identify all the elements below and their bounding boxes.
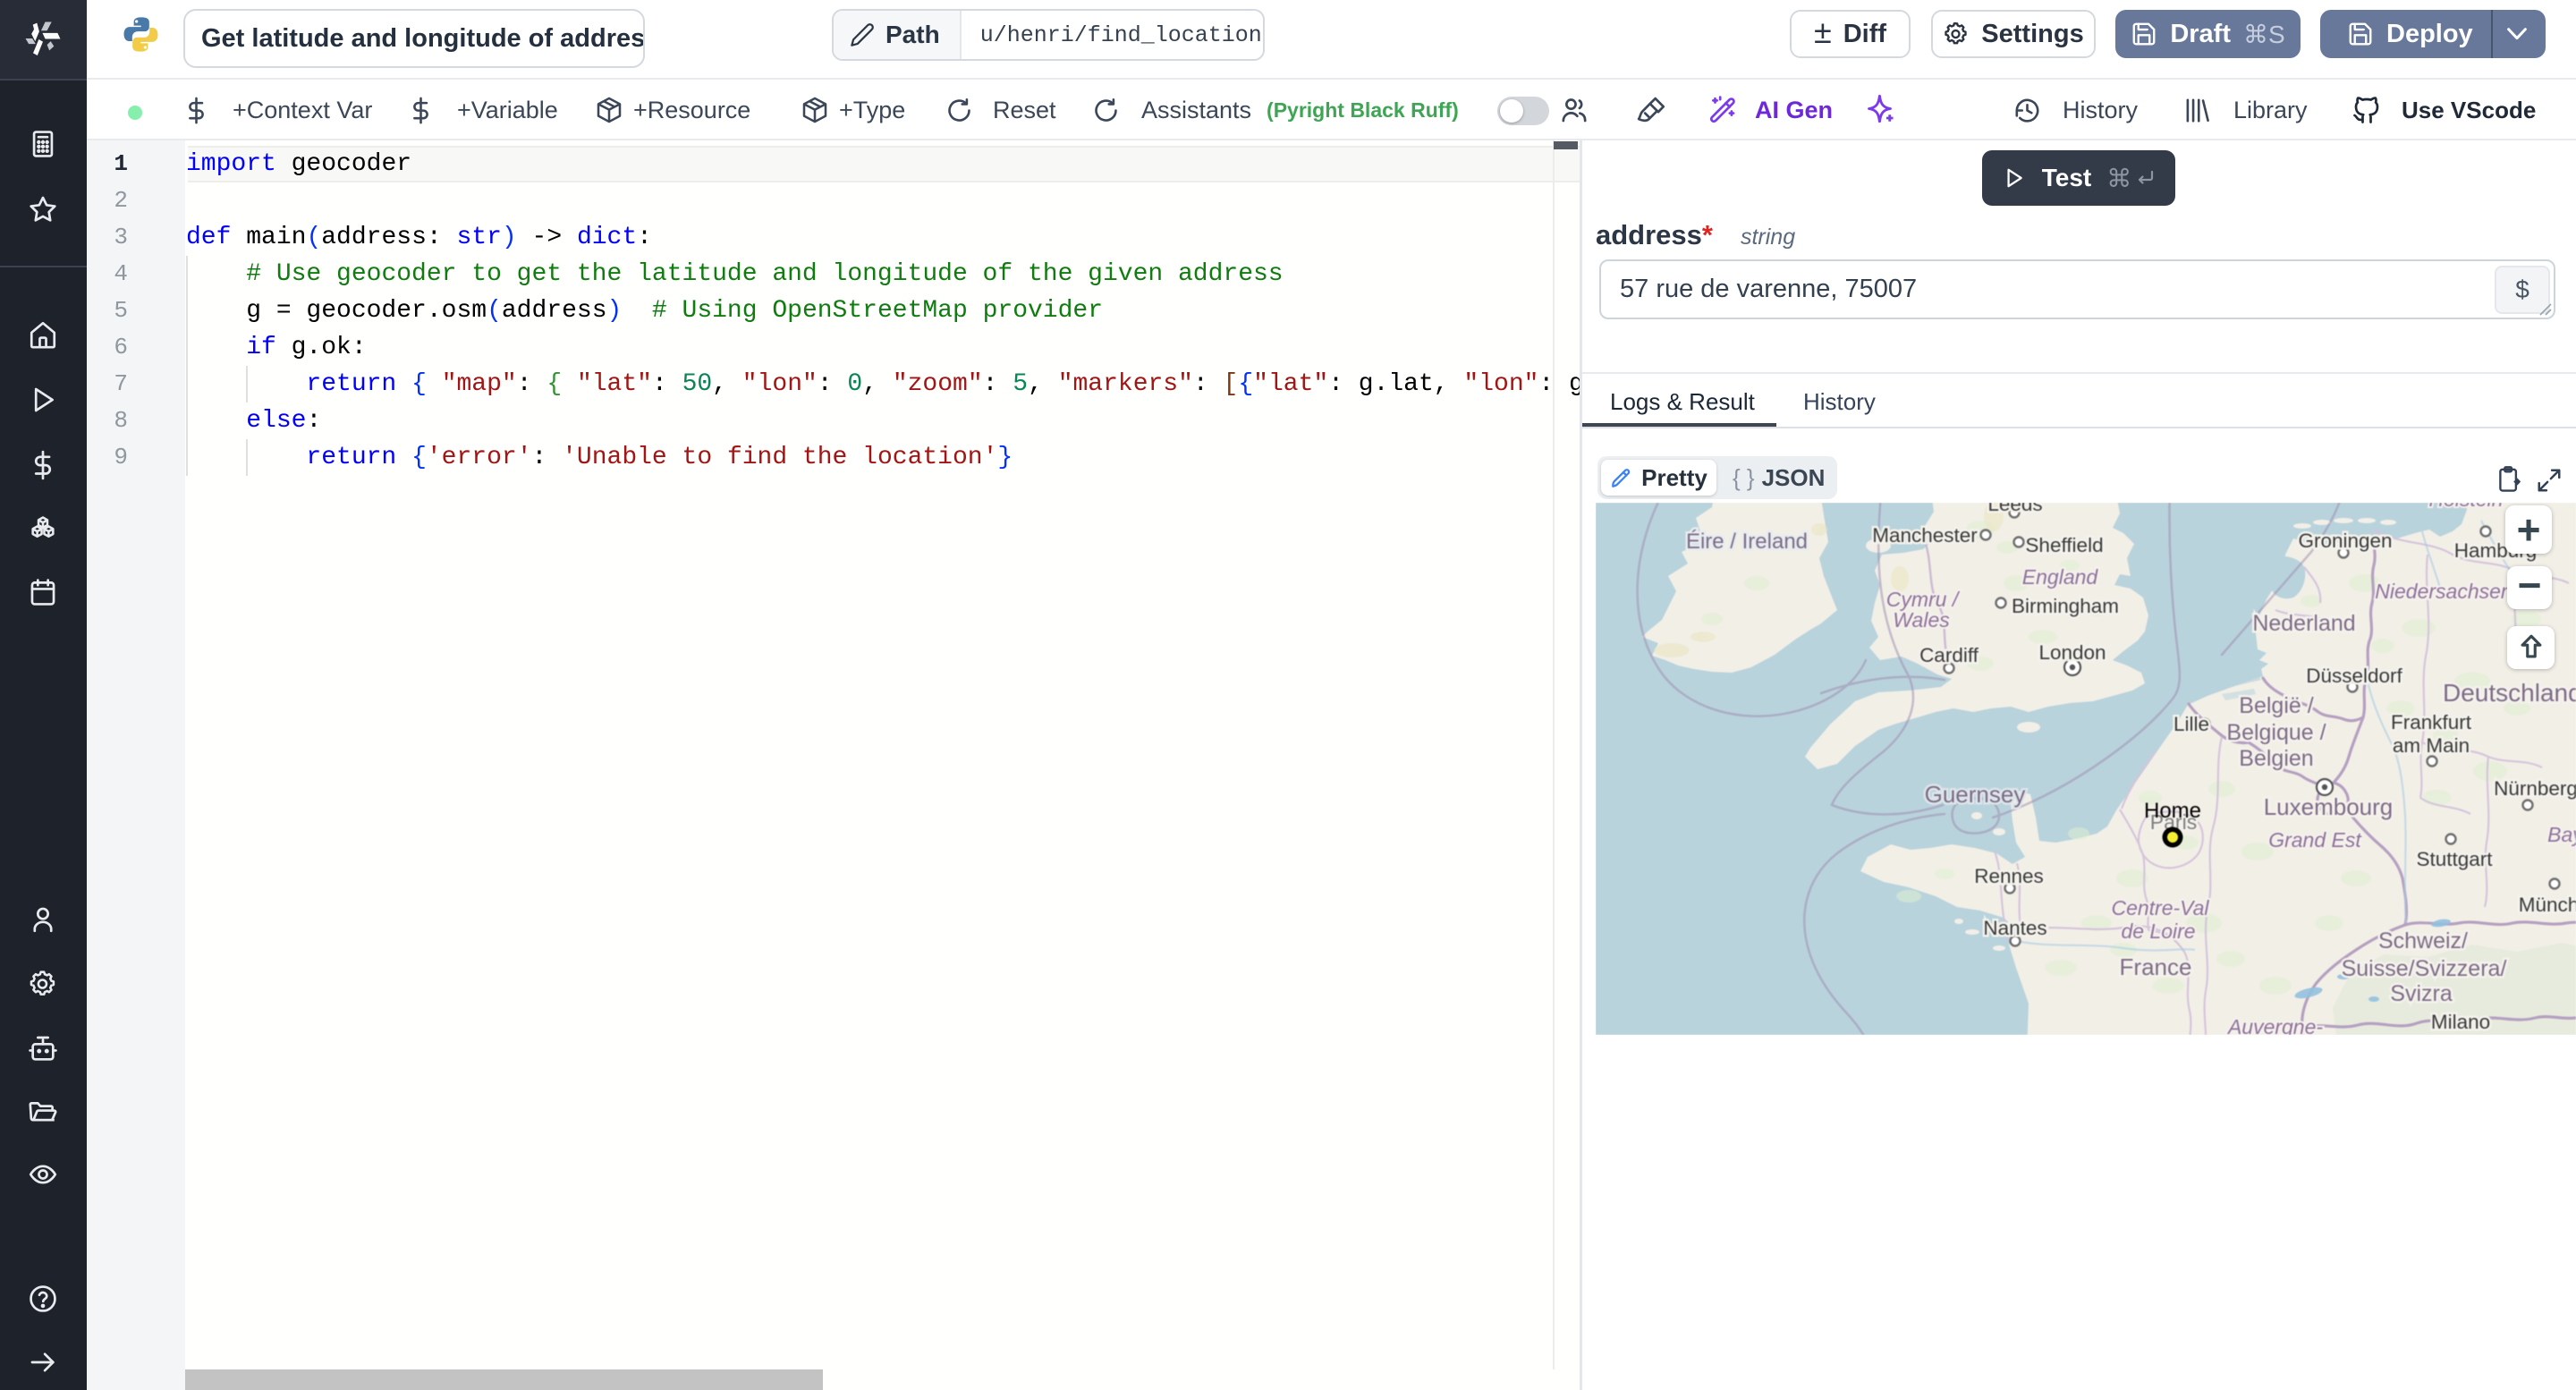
svg-text:Bay: Bay bbox=[2547, 823, 2576, 846]
svg-text:Deutschland: Deutschland bbox=[2443, 679, 2576, 707]
svg-text:België /: België / bbox=[2239, 693, 2313, 718]
svg-text:Éire / Ireland: Éire / Ireland bbox=[1686, 530, 1808, 554]
svg-text:Svizra: Svizra bbox=[2390, 981, 2453, 1006]
svg-text:London: London bbox=[2038, 641, 2106, 664]
svg-text:Niedersachsen: Niedersachsen bbox=[2375, 580, 2512, 603]
svg-text:Auvergne-: Auvergne- bbox=[2226, 1015, 2323, 1035]
svg-text:France: France bbox=[2120, 954, 2192, 980]
svg-text:Lille: Lille bbox=[2174, 713, 2209, 735]
svg-text:Suisse/Svizzera/: Suisse/Svizzera/ bbox=[2342, 956, 2507, 981]
svg-text:Nürnberg: Nürnberg bbox=[2494, 777, 2576, 800]
svg-text:Home: Home bbox=[2144, 799, 2201, 823]
svg-text:Leeds: Leeds bbox=[1987, 503, 2042, 515]
svg-text:Düsseldorf: Düsseldorf bbox=[2306, 665, 2402, 687]
svg-text:Frankfurt: Frankfurt bbox=[2391, 711, 2472, 733]
svg-text:Wales: Wales bbox=[1893, 608, 1950, 631]
svg-text:de Loire: de Loire bbox=[2121, 920, 2195, 943]
svg-text:Centre-Val: Centre-Val bbox=[2111, 896, 2209, 920]
svg-text:Guernsey: Guernsey bbox=[1925, 781, 2026, 808]
svg-text:Birmingham: Birmingham bbox=[2012, 595, 2119, 617]
svg-text:Belgien: Belgien bbox=[2239, 746, 2313, 771]
svg-text:Cardiff: Cardiff bbox=[1919, 644, 1979, 666]
svg-text:England: England bbox=[2022, 565, 2099, 589]
svg-text:Luxembourg: Luxembourg bbox=[2264, 793, 2394, 820]
svg-text:Sheffield: Sheffield bbox=[2025, 534, 2103, 556]
svg-text:Nederland: Nederland bbox=[2252, 611, 2355, 636]
svg-text:Holstein: Holstein bbox=[2428, 503, 2503, 511]
svg-text:München: München bbox=[2519, 894, 2576, 916]
svg-text:Schweiz/: Schweiz/ bbox=[2378, 928, 2468, 954]
svg-text:am Main: am Main bbox=[2393, 734, 2470, 757]
svg-text:Manchester: Manchester bbox=[1872, 524, 1978, 547]
svg-text:Belgique /: Belgique / bbox=[2226, 720, 2326, 745]
svg-text:Milano: Milano bbox=[2431, 1011, 2490, 1033]
svg-text:Groningen: Groningen bbox=[2298, 530, 2392, 552]
svg-text:Grand Est: Grand Est bbox=[2268, 828, 2362, 852]
svg-text:Nantes: Nantes bbox=[1983, 917, 2046, 939]
svg-text:Rennes: Rennes bbox=[1974, 865, 2044, 887]
svg-text:Stuttgart: Stuttgart bbox=[2416, 848, 2493, 870]
